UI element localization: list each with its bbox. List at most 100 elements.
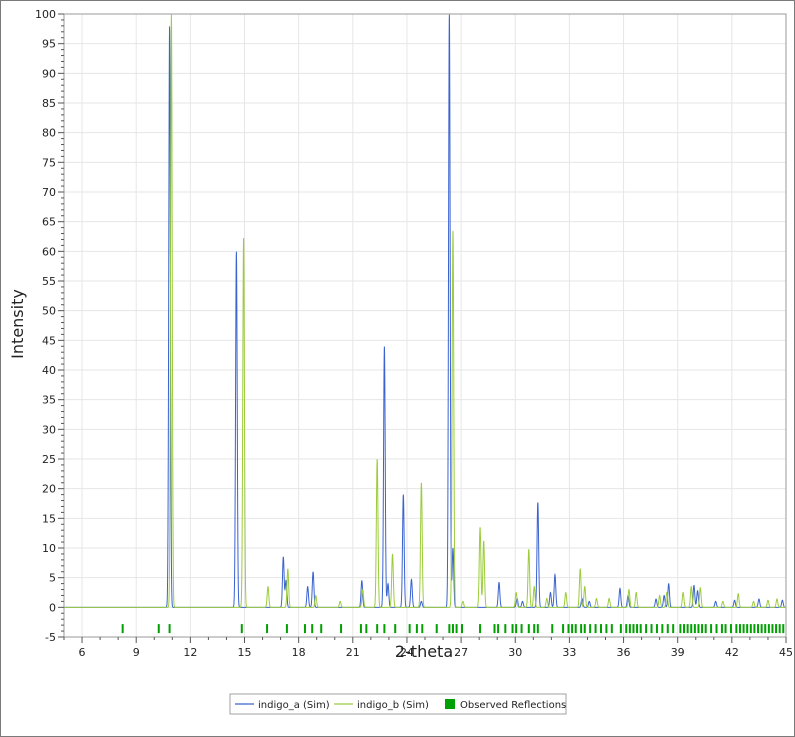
observed-reflection-mark [408, 624, 411, 634]
observed-reflection-mark [650, 624, 653, 634]
observed-reflection-mark [645, 624, 648, 634]
y-tick-label: 30 [42, 423, 56, 436]
observed-reflection-mark [628, 624, 631, 634]
observed-reflection-mark [266, 624, 269, 634]
observed-reflection-mark [742, 624, 745, 634]
observed-reflection-mark [636, 624, 639, 634]
observed-reflection-mark [610, 624, 613, 634]
observed-reflection-mark [720, 624, 723, 634]
observed-reflection-mark [571, 624, 574, 634]
observed-reflection-mark [639, 624, 642, 634]
y-tick-label: 25 [42, 453, 56, 466]
y-tick-label: 20 [42, 483, 56, 496]
observed-reflection-mark [594, 624, 597, 634]
observed-reflection-mark [383, 624, 386, 634]
x-tick-label: 42 [725, 646, 739, 659]
x-tick-label: 15 [238, 646, 252, 659]
y-tick-label: 5 [49, 572, 56, 585]
observed-reflection-mark [760, 624, 763, 634]
observed-reflection-mark [764, 624, 767, 634]
observed-reflection-mark [757, 624, 760, 634]
x-tick-label: 21 [346, 646, 360, 659]
observed-reflection-mark [683, 624, 686, 634]
observed-reflection-mark [749, 624, 752, 634]
observed-reflection-mark [415, 624, 418, 634]
y-tick-label: 40 [42, 364, 56, 377]
observed-reflection-mark [701, 624, 704, 634]
y-tick-label: 65 [42, 216, 56, 229]
observed-reflection-mark [448, 624, 451, 634]
observed-reflection-mark [746, 624, 749, 634]
observed-reflection-mark [504, 624, 507, 634]
observed-reflection-mark [121, 624, 124, 634]
observed-reflection-mark [697, 624, 700, 634]
observed-reflection-mark [455, 624, 458, 634]
observed-reflection-mark [493, 624, 496, 634]
observed-reflection-mark [394, 624, 397, 634]
observed-reflection-mark [583, 624, 586, 634]
observed-reflection-mark [679, 624, 682, 634]
observed-reflection-mark [767, 624, 770, 634]
x-tick-label: 6 [79, 646, 86, 659]
observed-reflection-mark [527, 624, 530, 634]
x-tick-label: 27 [454, 646, 468, 659]
observed-reflection-mark [311, 624, 314, 634]
observed-reflection-mark [435, 624, 438, 634]
observed-reflection-mark [320, 624, 323, 634]
x-tick-label: 45 [779, 646, 793, 659]
y-tick-label: 55 [42, 275, 56, 288]
observed-reflection-mark [735, 624, 738, 634]
observed-reflection-mark [580, 624, 583, 634]
observed-reflection-mark [782, 624, 785, 634]
observed-reflection-mark [729, 624, 732, 634]
observed-reflection-mark [515, 624, 518, 634]
observed-reflection-mark [599, 624, 602, 634]
legend-label-indigo-b: indigo_b (Sim) [357, 700, 429, 711]
observed-reflection-mark [536, 624, 539, 634]
observed-reflection-mark [365, 624, 368, 634]
x-tick-label: 36 [617, 646, 631, 659]
x-tick-label: 30 [508, 646, 522, 659]
y-tick-label: 50 [42, 305, 56, 318]
y-tick-label: 100 [35, 8, 56, 21]
chart-window: 6 9 12 15 18 21 24 27 30 33 36 39 42 45 -5 0 5 10 15 20 25 30… [0, 0, 795, 737]
observed-reflection-mark [157, 624, 160, 634]
observed-reflection-mark [451, 624, 454, 634]
observed-reflection-mark [340, 624, 343, 634]
y-tick-label: 95 [42, 38, 56, 51]
observed-reflection-mark [359, 624, 362, 634]
observed-reflection-mark [704, 624, 707, 634]
y-tick-label: 60 [42, 245, 56, 258]
observed-reflection-mark [303, 624, 306, 634]
y-tick-label: -5 [45, 631, 56, 644]
observed-reflection-mark [619, 624, 622, 634]
observed-reflection-mark [589, 624, 592, 634]
y-tick-label: 35 [42, 394, 56, 407]
y-tick-label: 85 [42, 97, 56, 110]
observed-reflection-mark [655, 624, 658, 634]
observed-reflection-mark [562, 624, 565, 634]
y-axis-title: Intensity [8, 289, 27, 359]
observed-reflection-mark [686, 624, 689, 634]
observed-reflection-mark [775, 624, 778, 634]
observed-reflection-mark [376, 624, 379, 634]
y-tick-label: 80 [42, 127, 56, 140]
observed-reflection-mark [690, 624, 693, 634]
x-tick-label: 12 [183, 646, 197, 659]
x-tick-label: 33 [562, 646, 576, 659]
y-tick-label: 75 [42, 156, 56, 169]
observed-reflection-mark [533, 624, 536, 634]
y-tick-label: 70 [42, 186, 56, 199]
observed-reflection-mark [771, 624, 774, 634]
observed-reflection-mark [605, 624, 608, 634]
observed-reflection-mark [738, 624, 741, 634]
observed-reflection-mark [421, 624, 424, 634]
chart-canvas: 6 9 12 15 18 21 24 27 30 33 36 39 42 45-5051015202530… [8, 8, 793, 715]
observed-reflection-mark [567, 624, 570, 634]
observed-reflection-mark [285, 624, 288, 634]
observed-reflection-mark [520, 624, 523, 634]
observed-reflection-mark [778, 624, 781, 634]
x-tick-label: 39 [671, 646, 685, 659]
observed-reflection-mark [753, 624, 756, 634]
y-tick-label: 90 [42, 67, 56, 80]
